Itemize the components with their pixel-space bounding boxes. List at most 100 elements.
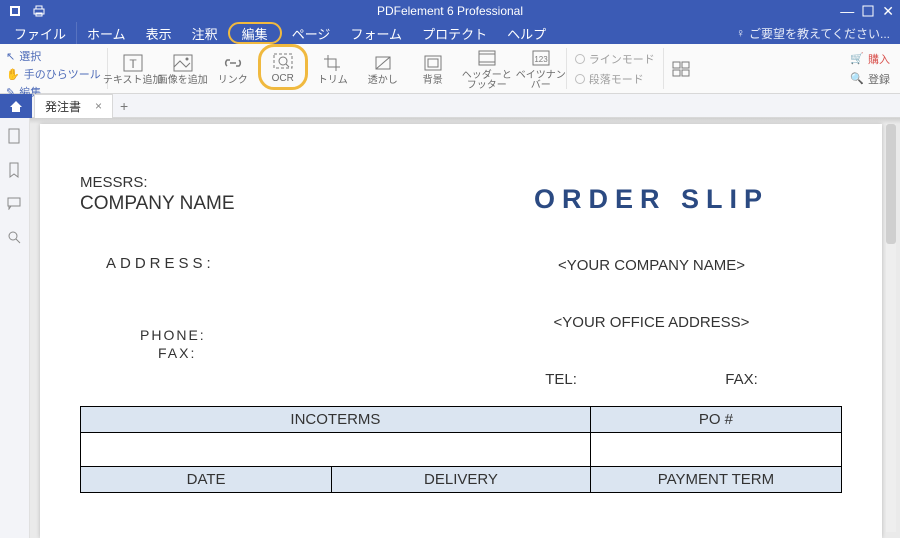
select-tool[interactable]: ↖ 選択 (6, 48, 101, 64)
register-label: 登録 (868, 71, 890, 87)
header-footer-icon (474, 47, 500, 69)
text-icon: T (120, 52, 146, 74)
menu-annotate[interactable]: 注釈 (182, 22, 228, 44)
menu-help[interactable]: ヘルプ (497, 22, 556, 44)
link-icon (220, 52, 246, 74)
align-icon (668, 58, 694, 80)
doc-address: ADDRESS: (106, 255, 461, 272)
text-add-button[interactable]: T テキスト追加 (108, 44, 158, 93)
th-date: DATE (81, 467, 332, 493)
document-canvas[interactable]: MESSRS: COMPANY NAME ADDRESS: PHONE: FAX… (30, 118, 900, 538)
select-label: 選択 (19, 48, 41, 64)
search-panel-icon[interactable] (7, 230, 23, 246)
watermark-label: 透かし (368, 76, 398, 86)
header-footer-label: ヘッダーとフッター (458, 71, 516, 91)
print-icon[interactable] (32, 4, 46, 18)
doc-company: COMPANY NAME (80, 193, 461, 215)
workspace: MESSRS: COMPANY NAME ADDRESS: PHONE: FAX… (0, 118, 900, 538)
th-delivery: DELIVERY (332, 467, 591, 493)
paragraph-mode-label: 段落モード (589, 71, 644, 87)
menu-form[interactable]: フォーム (340, 22, 412, 44)
comments-icon[interactable] (7, 196, 23, 212)
bates-button[interactable]: 123 ベイツナンバー (516, 44, 566, 93)
minimize-button[interactable]: — (840, 3, 854, 19)
document-page: MESSRS: COMPANY NAME ADDRESS: PHONE: FAX… (40, 124, 882, 538)
ocr-icon (270, 50, 296, 72)
add-tab-button[interactable]: + (113, 98, 135, 114)
doc-youroffice: <YOUR OFFICE ADDRESS> (461, 314, 842, 331)
menu-file[interactable]: ファイル (4, 22, 77, 44)
th-po: PO # (590, 407, 841, 433)
watermark-icon (370, 52, 396, 74)
th-payment: PAYMENT TERM (590, 467, 841, 493)
background-icon (420, 52, 446, 74)
trim-label: トリム (318, 76, 348, 86)
doc-fax: FAX: (158, 345, 461, 361)
svg-text:123: 123 (534, 55, 548, 64)
close-button[interactable]: ✕ (882, 3, 894, 20)
th-incoterms: INCOTERMS (81, 407, 591, 433)
hand-tool[interactable]: ✋ 手のひらツール (6, 66, 101, 82)
ocr-label: OCR (272, 74, 294, 84)
bookmark-icon[interactable] (7, 162, 23, 178)
doc-tel: TEL: (545, 371, 577, 388)
line-mode-label: ラインモード (589, 51, 655, 67)
feedback-label: ご要望を教えてください... (749, 25, 890, 42)
image-add-button[interactable]: 画像を追加 (158, 44, 208, 93)
background-label: 背景 (423, 76, 443, 86)
image-add-label: 画像を追加 (158, 76, 208, 86)
crop-icon (320, 52, 346, 74)
link-button[interactable]: リンク (208, 44, 258, 93)
align-button[interactable] (664, 44, 698, 93)
tab-strip: 発注書 × + (0, 94, 900, 118)
side-panel (0, 118, 30, 538)
order-table: INCOTERMS PO # DATE DELIVERY PAYMENT TER… (80, 406, 842, 493)
ribbon: ↖選択 ✋手のひらツール ✎編集 T テキスト追加 画像を追加 リンク OCR … (0, 44, 900, 94)
image-icon (170, 52, 196, 74)
document-tab[interactable]: 発注書 × (34, 94, 113, 118)
doc-messrs: MESSRS: (80, 174, 461, 191)
tab-label: 発注書 (45, 98, 81, 115)
menu-page[interactable]: ページ (282, 22, 341, 44)
scroll-thumb[interactable] (886, 124, 896, 244)
bulb-icon: ♀ (736, 26, 745, 40)
title-bar: PDFelement 6 Professional — ✕ (0, 0, 900, 22)
buy-button[interactable]: 🛒 購入 (850, 51, 890, 67)
bates-label: ベイツナンバー (516, 71, 566, 91)
register-button[interactable]: 🔍 登録 (850, 71, 890, 87)
home-button[interactable] (0, 94, 32, 118)
buy-label: 購入 (868, 51, 890, 67)
cursor-icon: ↖ (6, 50, 15, 63)
hand-icon: ✋ (6, 68, 20, 81)
menu-view[interactable]: 表示 (136, 22, 182, 44)
menu-bar: ファイル ホーム 表示 注釈 編集 ページ フォーム プロテクト ヘルプ ♀ ご… (0, 22, 900, 44)
header-footer-button[interactable]: ヘッダーとフッター (458, 44, 516, 93)
app-title: PDFelement 6 Professional (0, 4, 900, 18)
line-mode-radio[interactable]: ラインモード (575, 51, 655, 67)
td-incoterms-blank (81, 433, 591, 467)
feedback-link[interactable]: ♀ ご要望を教えてください... (736, 25, 900, 42)
watermark-button[interactable]: 透かし (358, 44, 408, 93)
cart-icon: 🛒 (850, 52, 864, 65)
background-button[interactable]: 背景 (408, 44, 458, 93)
tab-close-button[interactable]: × (95, 99, 102, 113)
paragraph-mode-radio[interactable]: 段落モード (575, 71, 655, 87)
scrollbar[interactable] (886, 124, 896, 532)
link-label: リンク (218, 76, 248, 86)
text-add-label: テキスト追加 (103, 76, 163, 86)
menu-protect[interactable]: プロテクト (412, 22, 497, 44)
doc-orderslip: ORDER SLIP (461, 184, 842, 215)
td-po-blank (590, 433, 841, 467)
thumbnails-icon[interactable] (7, 128, 23, 144)
svg-text:T: T (129, 57, 137, 71)
ocr-button[interactable]: OCR (258, 44, 308, 90)
maximize-button[interactable] (862, 5, 874, 17)
bates-icon: 123 (528, 47, 554, 69)
menu-edit[interactable]: 編集 (228, 22, 282, 44)
menu-home[interactable]: ホーム (77, 22, 136, 44)
trim-button[interactable]: トリム (308, 44, 358, 93)
key-icon: 🔍 (850, 72, 864, 85)
doc-fax2: FAX: (725, 371, 758, 388)
hand-label: 手のひらツール (24, 66, 101, 82)
home-icon (8, 99, 24, 113)
